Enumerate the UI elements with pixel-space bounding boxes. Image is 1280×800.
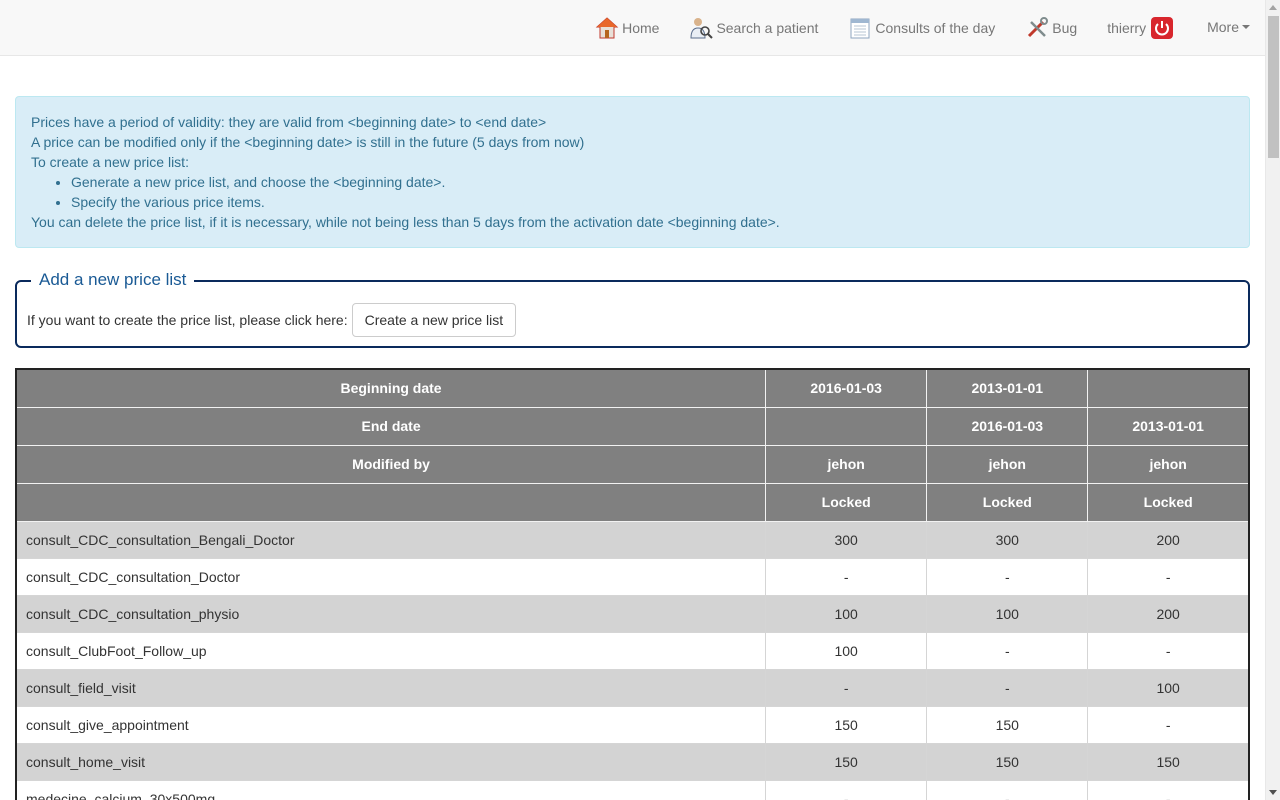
doctor-search-icon (689, 16, 714, 40)
nav-bug-label: Bug (1052, 19, 1078, 36)
price-value: 150 (926, 705, 1089, 744)
scroll-up-arrow-icon[interactable] (1269, 5, 1277, 10)
price-value: 100 (765, 631, 928, 670)
price-value: - (765, 779, 928, 800)
price-value: 150 (765, 742, 928, 781)
price-value: 100 (765, 594, 928, 633)
price-value: 150 (926, 742, 1089, 781)
nav-more-dropdown[interactable]: More (1207, 19, 1250, 35)
nav-home-label: Home (622, 19, 660, 36)
table-row: consult_ClubFoot_Follow_up 100- - (15, 631, 1251, 670)
nav-consults-of-day[interactable]: Consults of the day (848, 16, 995, 40)
price-value: - (1087, 631, 1251, 670)
table-row: consult_field_visit - -100 (15, 668, 1251, 707)
nav-home[interactable]: Home (595, 16, 659, 40)
table-row: consult_CDC_consultation_physio 100 100 200 (15, 594, 1251, 633)
table-row: medecine_calcium_30x500mg - - - (15, 779, 1251, 800)
header-cell: jehon (926, 444, 1089, 484)
header-row-end-date: End date 2016-01-03 2013-01-01 (15, 406, 1251, 446)
header-row-modified-by: Modified by jehon jehon jehon (15, 444, 1251, 484)
price-value: - (1087, 779, 1251, 800)
price-value: - (926, 631, 1089, 670)
price-value: 100 (1087, 668, 1251, 707)
price-value: - (926, 557, 1089, 596)
price-value: - (765, 668, 928, 707)
price-value: - (1087, 557, 1251, 596)
nav-bug[interactable]: Bug (1025, 16, 1077, 40)
header-cell: jehon (765, 444, 928, 484)
header-cell (1087, 368, 1251, 408)
power-icon[interactable] (1150, 16, 1174, 40)
table-row: consult_give_appointment 150 150- (15, 705, 1251, 744)
price-value: 150 (1087, 742, 1251, 781)
page-scrollbar[interactable] (1265, 0, 1280, 800)
header-cell: Modified by (15, 444, 767, 484)
chevron-down-icon (1242, 24, 1250, 29)
header-cell (15, 482, 767, 522)
scroll-down-arrow-icon[interactable] (1269, 790, 1277, 795)
price-value: 200 (1087, 594, 1251, 633)
table-row: consult_home_visit 150 150 150 (15, 742, 1251, 781)
nav-user[interactable]: thierry (1107, 16, 1177, 40)
header-cell: 2016-01-03 (765, 368, 928, 408)
nav-user-label: thierry (1107, 19, 1147, 36)
calendar-icon (848, 16, 872, 40)
header-cell: jehon (1087, 444, 1251, 484)
table-row: consult_CDC_consultation_Doctor - - - (15, 557, 1251, 596)
add-price-list-fieldset: Add a new price list If you want to crea… (15, 270, 1250, 348)
price-value: - (926, 668, 1089, 707)
price-value: 200 (1087, 520, 1251, 559)
house-icon (595, 16, 619, 40)
price-value: 300 (765, 520, 928, 559)
table-row: consult_CDC_consultation_Bengali_Doctor 3… (15, 520, 1251, 559)
header-cell: End date (15, 406, 767, 446)
price-item-name: consult_CDC_consultation_Doctor (15, 557, 767, 596)
info-bullet-2: Specify the various price items. (71, 192, 1234, 212)
header-cell: 2013-01-01 (926, 368, 1089, 408)
header-cell (765, 406, 928, 446)
header-row-beginning-date: Beginning date 2016-01-03 2013-01-01 (15, 368, 1251, 408)
scroll-thumb[interactable] (1268, 16, 1279, 158)
header-cell: Beginning date (15, 368, 767, 408)
price-value: - (1087, 705, 1251, 744)
add-price-list-body: If you want to create the price list, pl… (27, 303, 517, 337)
price-value: - (765, 557, 928, 596)
info-line-2: A price can be modified only if the <beg… (31, 134, 585, 150)
price-list-table: Beginning date 2016-01-03 2013-01-01 End da… (15, 368, 1251, 800)
info-line-4: You can delete the price list, if it is … (31, 214, 780, 230)
header-cell: 2016-01-03 (926, 406, 1089, 446)
info-line-1: Prices have a period of validity: they a… (31, 114, 547, 130)
nav-consults-label: Consults of the day (875, 19, 996, 36)
price-item-name: consult_CDC_consultation_physio (15, 594, 767, 633)
add-price-list-text: If you want to create the price list, pl… (27, 312, 348, 328)
top-navbar: Home Search a patient Consults of the da… (0, 0, 1265, 56)
info-alert: Prices have a period of validity: they a… (15, 96, 1250, 248)
price-value: - (926, 779, 1089, 800)
price-value: 100 (926, 594, 1089, 633)
price-item-name: consult_give_appointment (15, 705, 767, 744)
price-value: 150 (765, 705, 928, 744)
info-line-3: To create a new price list: (31, 154, 189, 170)
header-cell: Locked (926, 482, 1089, 522)
nav-more-label: More (1207, 18, 1239, 35)
price-item-name: consult_CDC_consultation_Bengali_Doctor (15, 520, 767, 559)
price-item-name: medecine_calcium_30x500mg (15, 779, 767, 800)
price-value: 300 (926, 520, 1089, 559)
nav-items: Home Search a patient Consults of the da… (595, 0, 1265, 55)
header-cell: 2013-01-01 (1087, 406, 1251, 446)
info-bullets: Generate a new price list, and choose th… (71, 172, 1234, 212)
create-price-list-button[interactable]: Create a new price list (351, 303, 517, 337)
fieldset-legend: Add a new price list (31, 270, 195, 290)
header-cell: Locked (765, 482, 928, 522)
price-item-name: consult_field_visit (15, 668, 767, 707)
header-row-status: Locked Locked Locked (15, 482, 1251, 522)
nav-search-label: Search a patient (716, 19, 819, 36)
info-bullet-1: Generate a new price list, and choose th… (71, 172, 1234, 192)
price-item-name: consult_ClubFoot_Follow_up (15, 631, 767, 670)
header-cell: Locked (1087, 482, 1251, 522)
bug-tools-icon (1025, 16, 1049, 40)
nav-search-patient[interactable]: Search a patient (689, 16, 818, 40)
price-item-name: consult_home_visit (15, 742, 767, 781)
